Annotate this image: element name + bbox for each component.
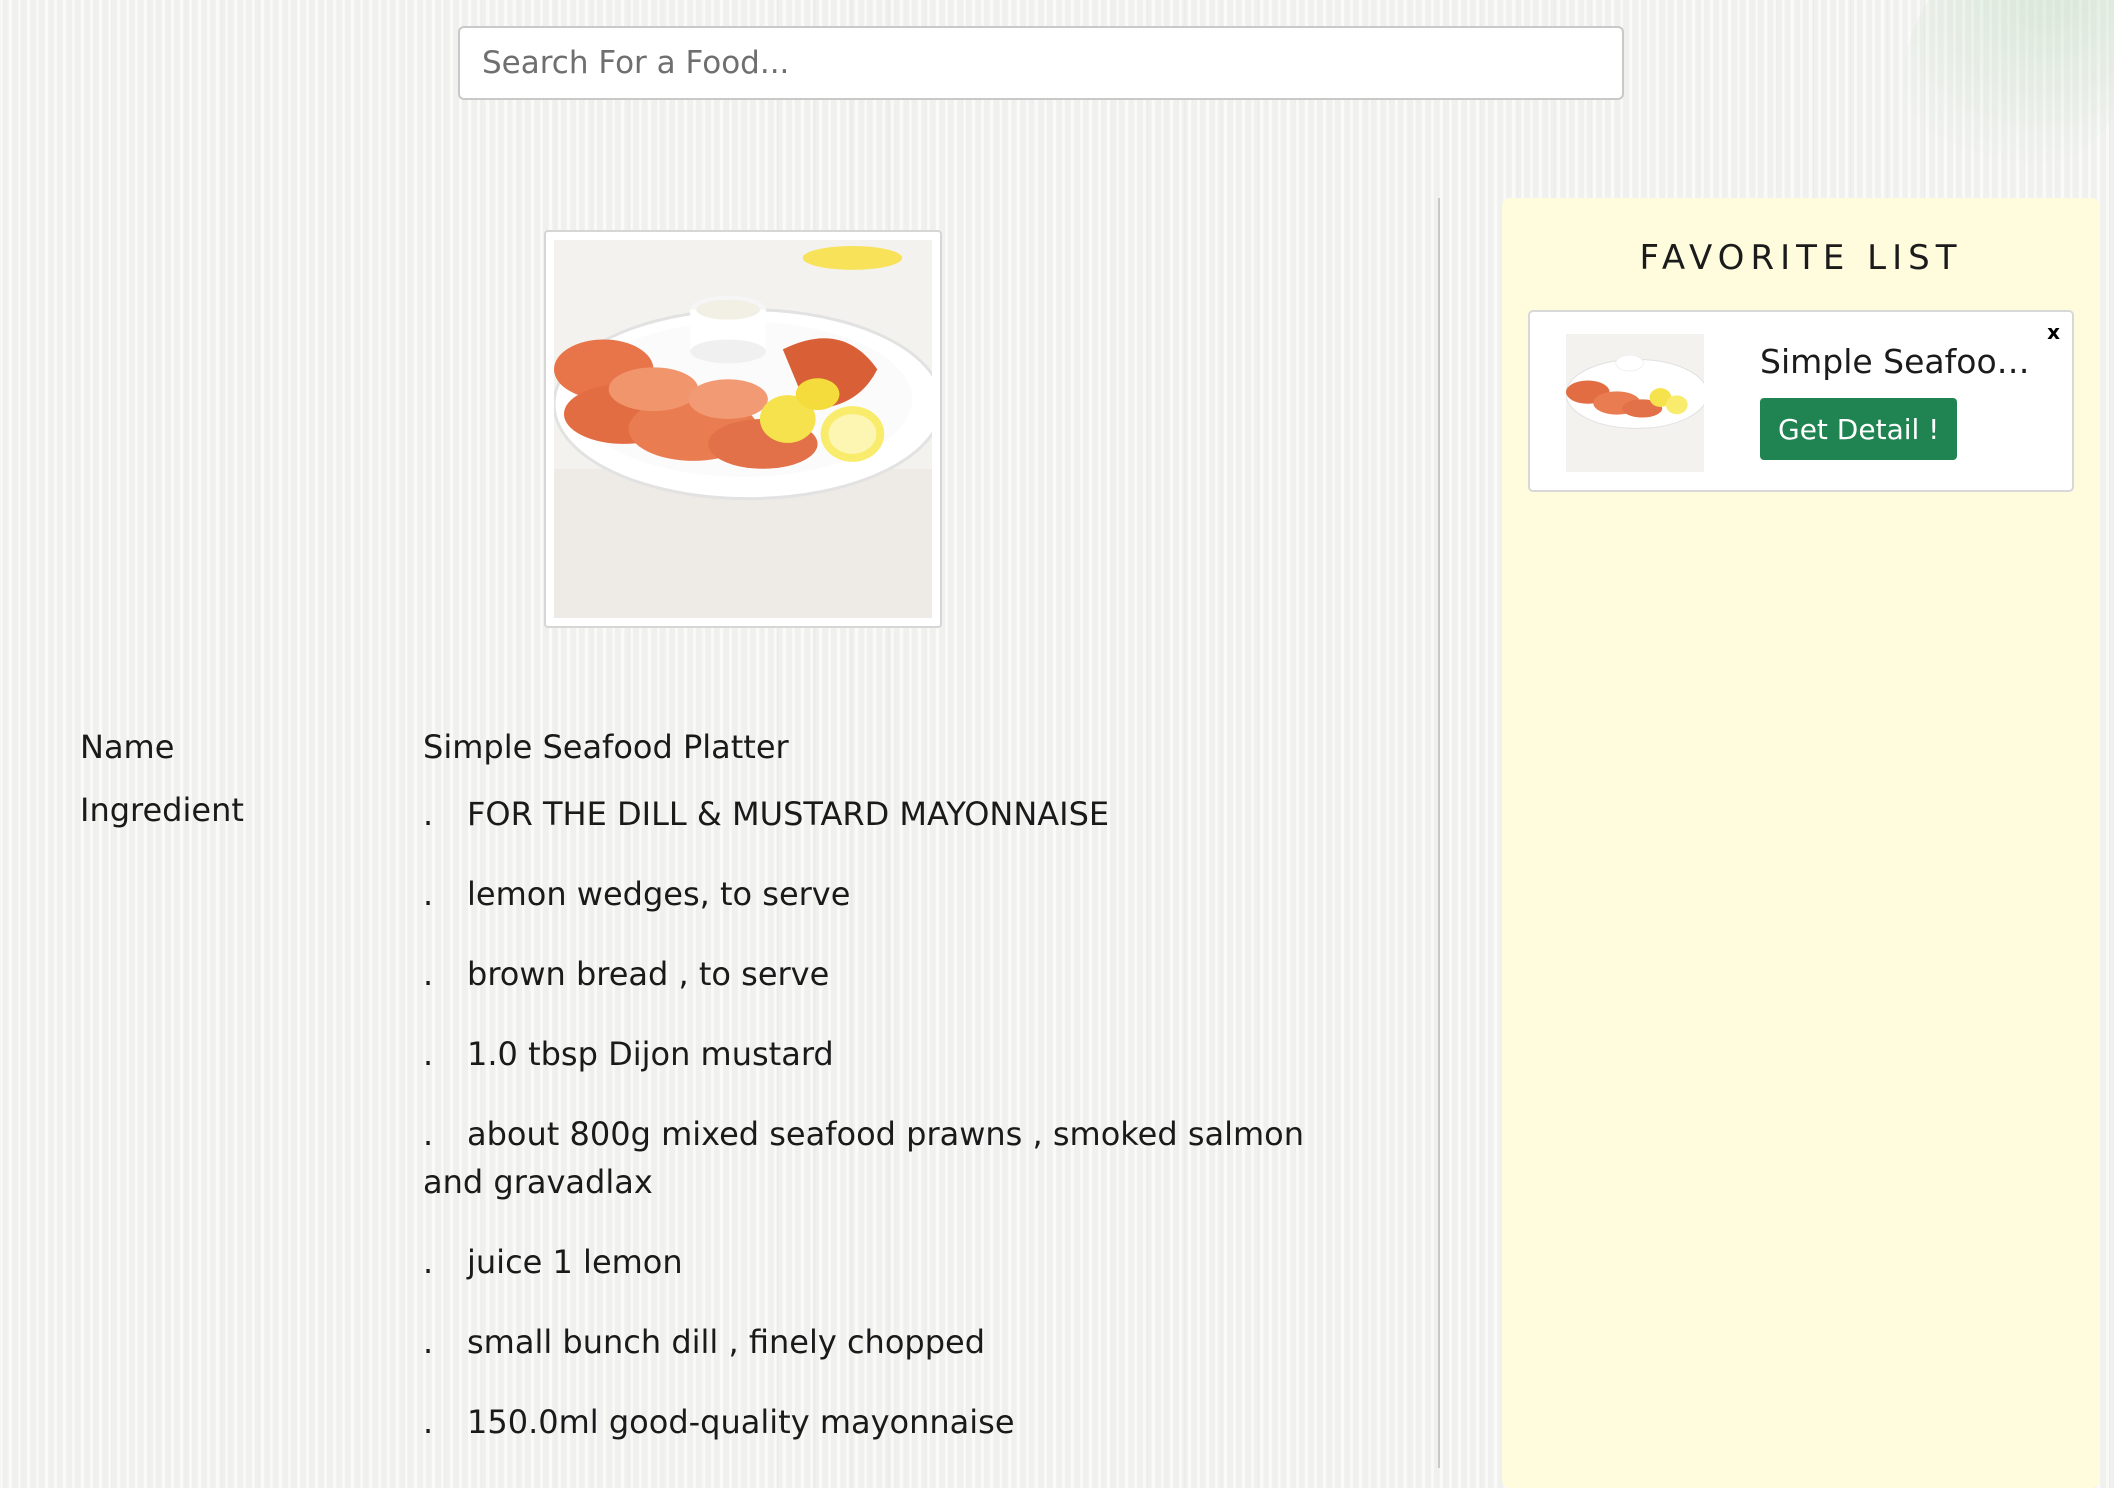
bullet: . — [423, 795, 434, 833]
ingredient-item: . 150.0ml good-quality mayonnaise — [423, 1398, 1343, 1446]
bullet: . — [423, 955, 434, 993]
leaf-decoration — [1857, 0, 2114, 215]
ingredient-label: Ingredient — [80, 791, 244, 829]
ingredient-item: . small bunch dill , finely chopped — [423, 1318, 1343, 1366]
recipe-name: Simple Seafood Platter — [423, 728, 789, 766]
ingredient-item: . lemon wedges, to serve — [423, 870, 1343, 918]
favorite-list-title: FAVORITE LIST — [1639, 238, 1963, 278]
ingredient-item: . juice 1 lemon — [423, 1238, 1343, 1286]
name-label: Name — [80, 728, 175, 766]
seafood-thumbnail-image — [1566, 334, 1704, 472]
favorite-panel: FAVORITE LIST Simple Seafood P... x Get … — [1502, 198, 2100, 1488]
bullet: . — [423, 1115, 434, 1153]
favorite-item-name: Simple Seafood P... — [1760, 342, 2050, 381]
get-detail-button[interactable]: Get Detail ! — [1760, 398, 1958, 460]
bullet: . — [423, 1243, 434, 1281]
ingredient-text: 150.0ml good-quality mayonnaise — [467, 1403, 1015, 1441]
ingredient-item: . about 800g mixed seafood prawns , smoke… — [423, 1110, 1343, 1206]
bullet: . — [423, 1035, 434, 1073]
close-icon[interactable]: x — [2047, 322, 2060, 342]
ingredient-text: FOR THE DILL & MUSTARD MAYONNAISE — [467, 795, 1110, 833]
ingredient-text: small bunch dill , finely chopped — [467, 1323, 986, 1361]
ingredient-text: juice 1 lemon — [467, 1243, 683, 1281]
ingredient-text: lemon wedges, to serve — [467, 875, 851, 913]
ingredient-list: . FOR THE DILL & MUSTARD MAYONNAISE . lemo… — [423, 790, 1343, 1478]
favorite-card: Simple Seafood P... x Get Detail ! — [1528, 310, 2074, 492]
seafood-platter-image — [554, 240, 932, 618]
ingredient-text: 1.0 tbsp Dijon mustard — [467, 1035, 834, 1073]
ingredient-item: . FOR THE DILL & MUSTARD MAYONNAISE — [423, 790, 1343, 838]
column-divider — [1438, 198, 1440, 1468]
search-input[interactable] — [458, 26, 1624, 100]
favorite-thumbnail — [1566, 334, 1704, 472]
bullet: . — [423, 875, 434, 913]
ingredient-text: about 800g mixed seafood prawns , smoked… — [423, 1115, 1305, 1201]
ingredient-item: . brown bread , to serve — [423, 950, 1343, 998]
ingredient-item: . 1.0 tbsp Dijon mustard — [423, 1030, 1343, 1078]
recipe-photo — [544, 230, 942, 628]
ingredient-text: brown bread , to serve — [467, 955, 830, 993]
bullet: . — [423, 1323, 434, 1361]
bullet: . — [423, 1403, 434, 1441]
